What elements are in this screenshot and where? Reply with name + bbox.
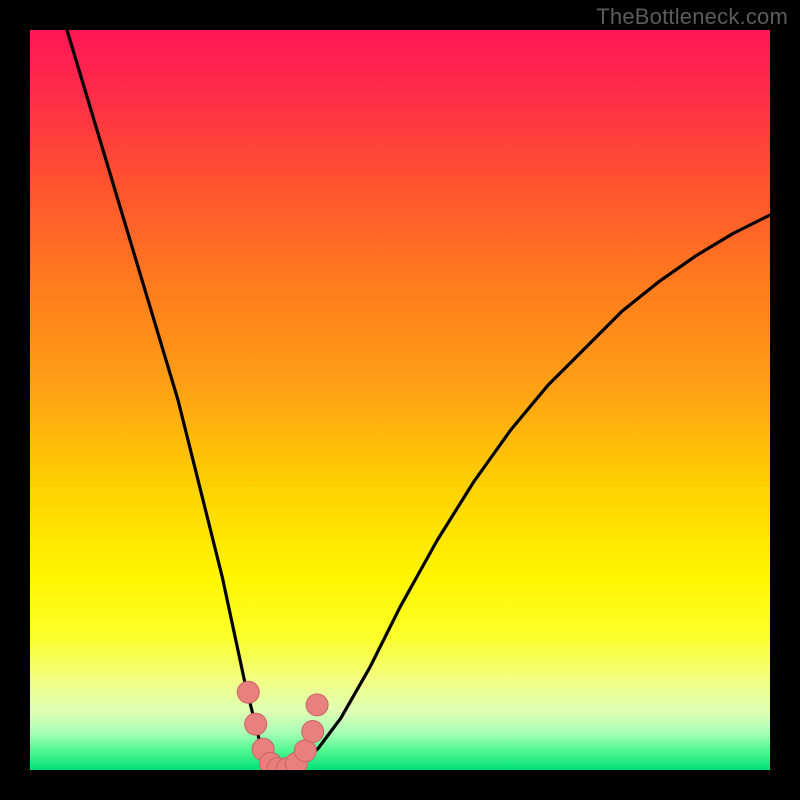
plot-area	[30, 30, 770, 770]
outer-black-frame: TheBottleneck.com	[0, 0, 800, 800]
trough-markers-group	[30, 30, 770, 770]
trough-marker	[306, 694, 328, 716]
watermark-label: TheBottleneck.com	[596, 4, 788, 30]
trough-marker	[294, 740, 316, 762]
trough-marker	[302, 721, 324, 743]
trough-marker	[245, 713, 267, 735]
trough-marker	[237, 681, 259, 703]
